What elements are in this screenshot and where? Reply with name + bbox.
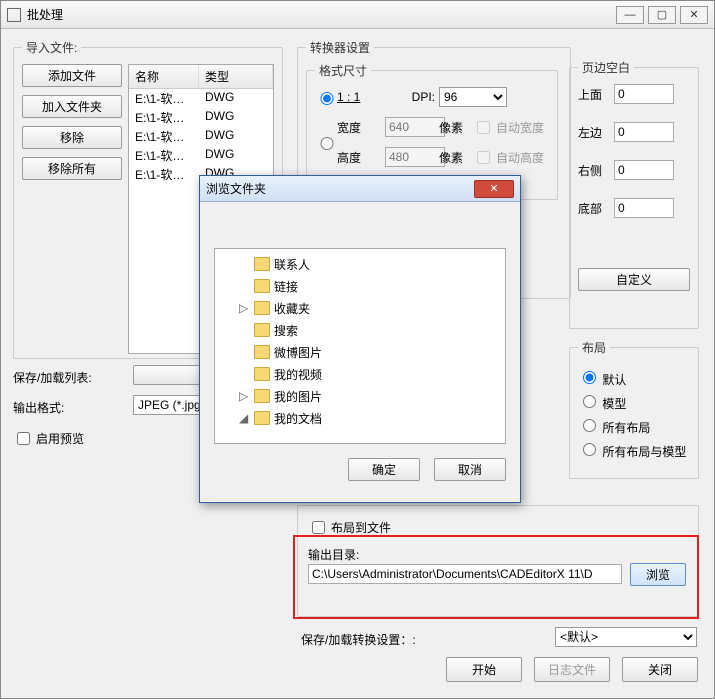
tree-node[interactable]: 微博图片 — [217, 341, 503, 363]
margins-group: 页边空白 上面 左边 右侧 底部 自定义 — [569, 59, 699, 329]
col-type-header[interactable]: 类型 — [199, 65, 273, 88]
dialog-ok-button[interactable]: 确定 — [348, 458, 420, 481]
table-row[interactable]: E:\1-软文...DWG — [129, 89, 273, 108]
output-format-label: 输出格式: — [13, 399, 64, 416]
folder-icon — [254, 301, 270, 315]
folder-icon — [254, 389, 270, 403]
start-button[interactable]: 开始 — [446, 657, 522, 682]
app-icon — [7, 8, 21, 22]
remove-all-button[interactable]: 移除所有 — [22, 157, 122, 180]
margin-bottom-input[interactable] — [614, 198, 674, 218]
auto-height-checkbox[interactable]: 自动高度 — [473, 148, 549, 167]
minimize-button[interactable]: — — [616, 6, 644, 24]
folder-icon — [254, 411, 270, 425]
main-window: 批处理 — ▢ ✕ 导入文件: 添加文件 加入文件夹 移除 移除所有 名称 类 — [0, 0, 715, 699]
tree-node[interactable]: 搜索 — [217, 319, 503, 341]
auto-width-checkbox[interactable]: 自动宽度 — [473, 118, 549, 137]
tree-node[interactable]: ◢我的文档 — [217, 407, 503, 429]
table-row[interactable]: E:\1-软文...DWG — [129, 108, 273, 127]
expand-icon[interactable]: ▷ — [239, 301, 248, 315]
dialog-close-button[interactable]: ✕ — [474, 180, 514, 198]
height-input[interactable] — [385, 147, 445, 167]
tree-node[interactable]: 链接 — [217, 275, 503, 297]
table-row[interactable]: E:\1-软文...DWG — [129, 127, 273, 146]
import-legend: 导入文件: — [22, 39, 81, 56]
highlight-box — [293, 535, 699, 619]
width-input[interactable] — [385, 117, 445, 137]
col-name-header[interactable]: 名称 — [129, 65, 199, 88]
close-bottom-button[interactable]: 关闭 — [622, 657, 698, 682]
margin-right-input[interactable] — [614, 160, 674, 180]
add-folder-button[interactable]: 加入文件夹 — [22, 95, 122, 118]
window-title: 批处理 — [27, 6, 616, 23]
expand-icon[interactable]: ◢ — [239, 411, 248, 425]
folder-icon — [254, 345, 270, 359]
close-button[interactable]: ✕ — [680, 6, 708, 24]
save-list-label: 保存/加载列表: — [13, 369, 92, 386]
layout-group: 布局 默认 模型 所有布局 所有布局与模型 — [569, 339, 699, 479]
layout-default-radio[interactable]: 默认 — [578, 368, 690, 388]
add-file-button[interactable]: 添加文件 — [22, 64, 122, 87]
tree-node[interactable]: ▷我的图片 — [217, 385, 503, 407]
remove-button[interactable]: 移除 — [22, 126, 122, 149]
dpi-select[interactable]: 96 — [439, 87, 507, 107]
folder-icon — [254, 367, 270, 381]
ratio-1-1-radio[interactable] — [320, 92, 334, 105]
enable-preview-checkbox[interactable]: 启用预览 — [13, 429, 84, 448]
expand-icon[interactable]: ▷ — [239, 389, 248, 403]
dialog-title: 浏览文件夹 — [206, 180, 474, 197]
titlebar: 批处理 — ▢ ✕ — [1, 1, 714, 29]
folder-icon — [254, 279, 270, 293]
folder-tree[interactable]: 联系人链接▷收藏夹搜索微博图片我的视频▷我的图片◢我的文档 — [214, 248, 506, 444]
margin-left-input[interactable] — [614, 122, 674, 142]
layout-all-model-radio[interactable]: 所有布局与模型 — [578, 440, 690, 460]
tree-node[interactable]: ▷收藏夹 — [217, 297, 503, 319]
size-custom-radio[interactable] — [320, 137, 334, 150]
tree-node[interactable]: 我的视频 — [217, 363, 503, 385]
layout-model-radio[interactable]: 模型 — [578, 392, 690, 412]
margin-top-input[interactable] — [614, 84, 674, 104]
table-row[interactable]: E:\1-软文...DWG — [129, 146, 273, 165]
folder-icon — [254, 323, 270, 337]
custom-margins-button[interactable]: 自定义 — [578, 268, 690, 291]
maximize-button[interactable]: ▢ — [648, 6, 676, 24]
save-settings-select[interactable]: <默认> — [555, 627, 697, 647]
save-settings-label: 保存/加载转换设置：: — [301, 631, 416, 648]
folder-icon — [254, 257, 270, 271]
browse-folder-dialog: 浏览文件夹 ✕ 联系人链接▷收藏夹搜索微博图片我的视频▷我的图片◢我的文档 确定… — [199, 175, 521, 503]
dialog-cancel-button[interactable]: 取消 — [434, 458, 506, 481]
log-file-button[interactable]: 日志文件 — [534, 657, 610, 682]
layout-all-radio[interactable]: 所有布局 — [578, 416, 690, 436]
tree-node[interactable]: 联系人 — [217, 253, 503, 275]
